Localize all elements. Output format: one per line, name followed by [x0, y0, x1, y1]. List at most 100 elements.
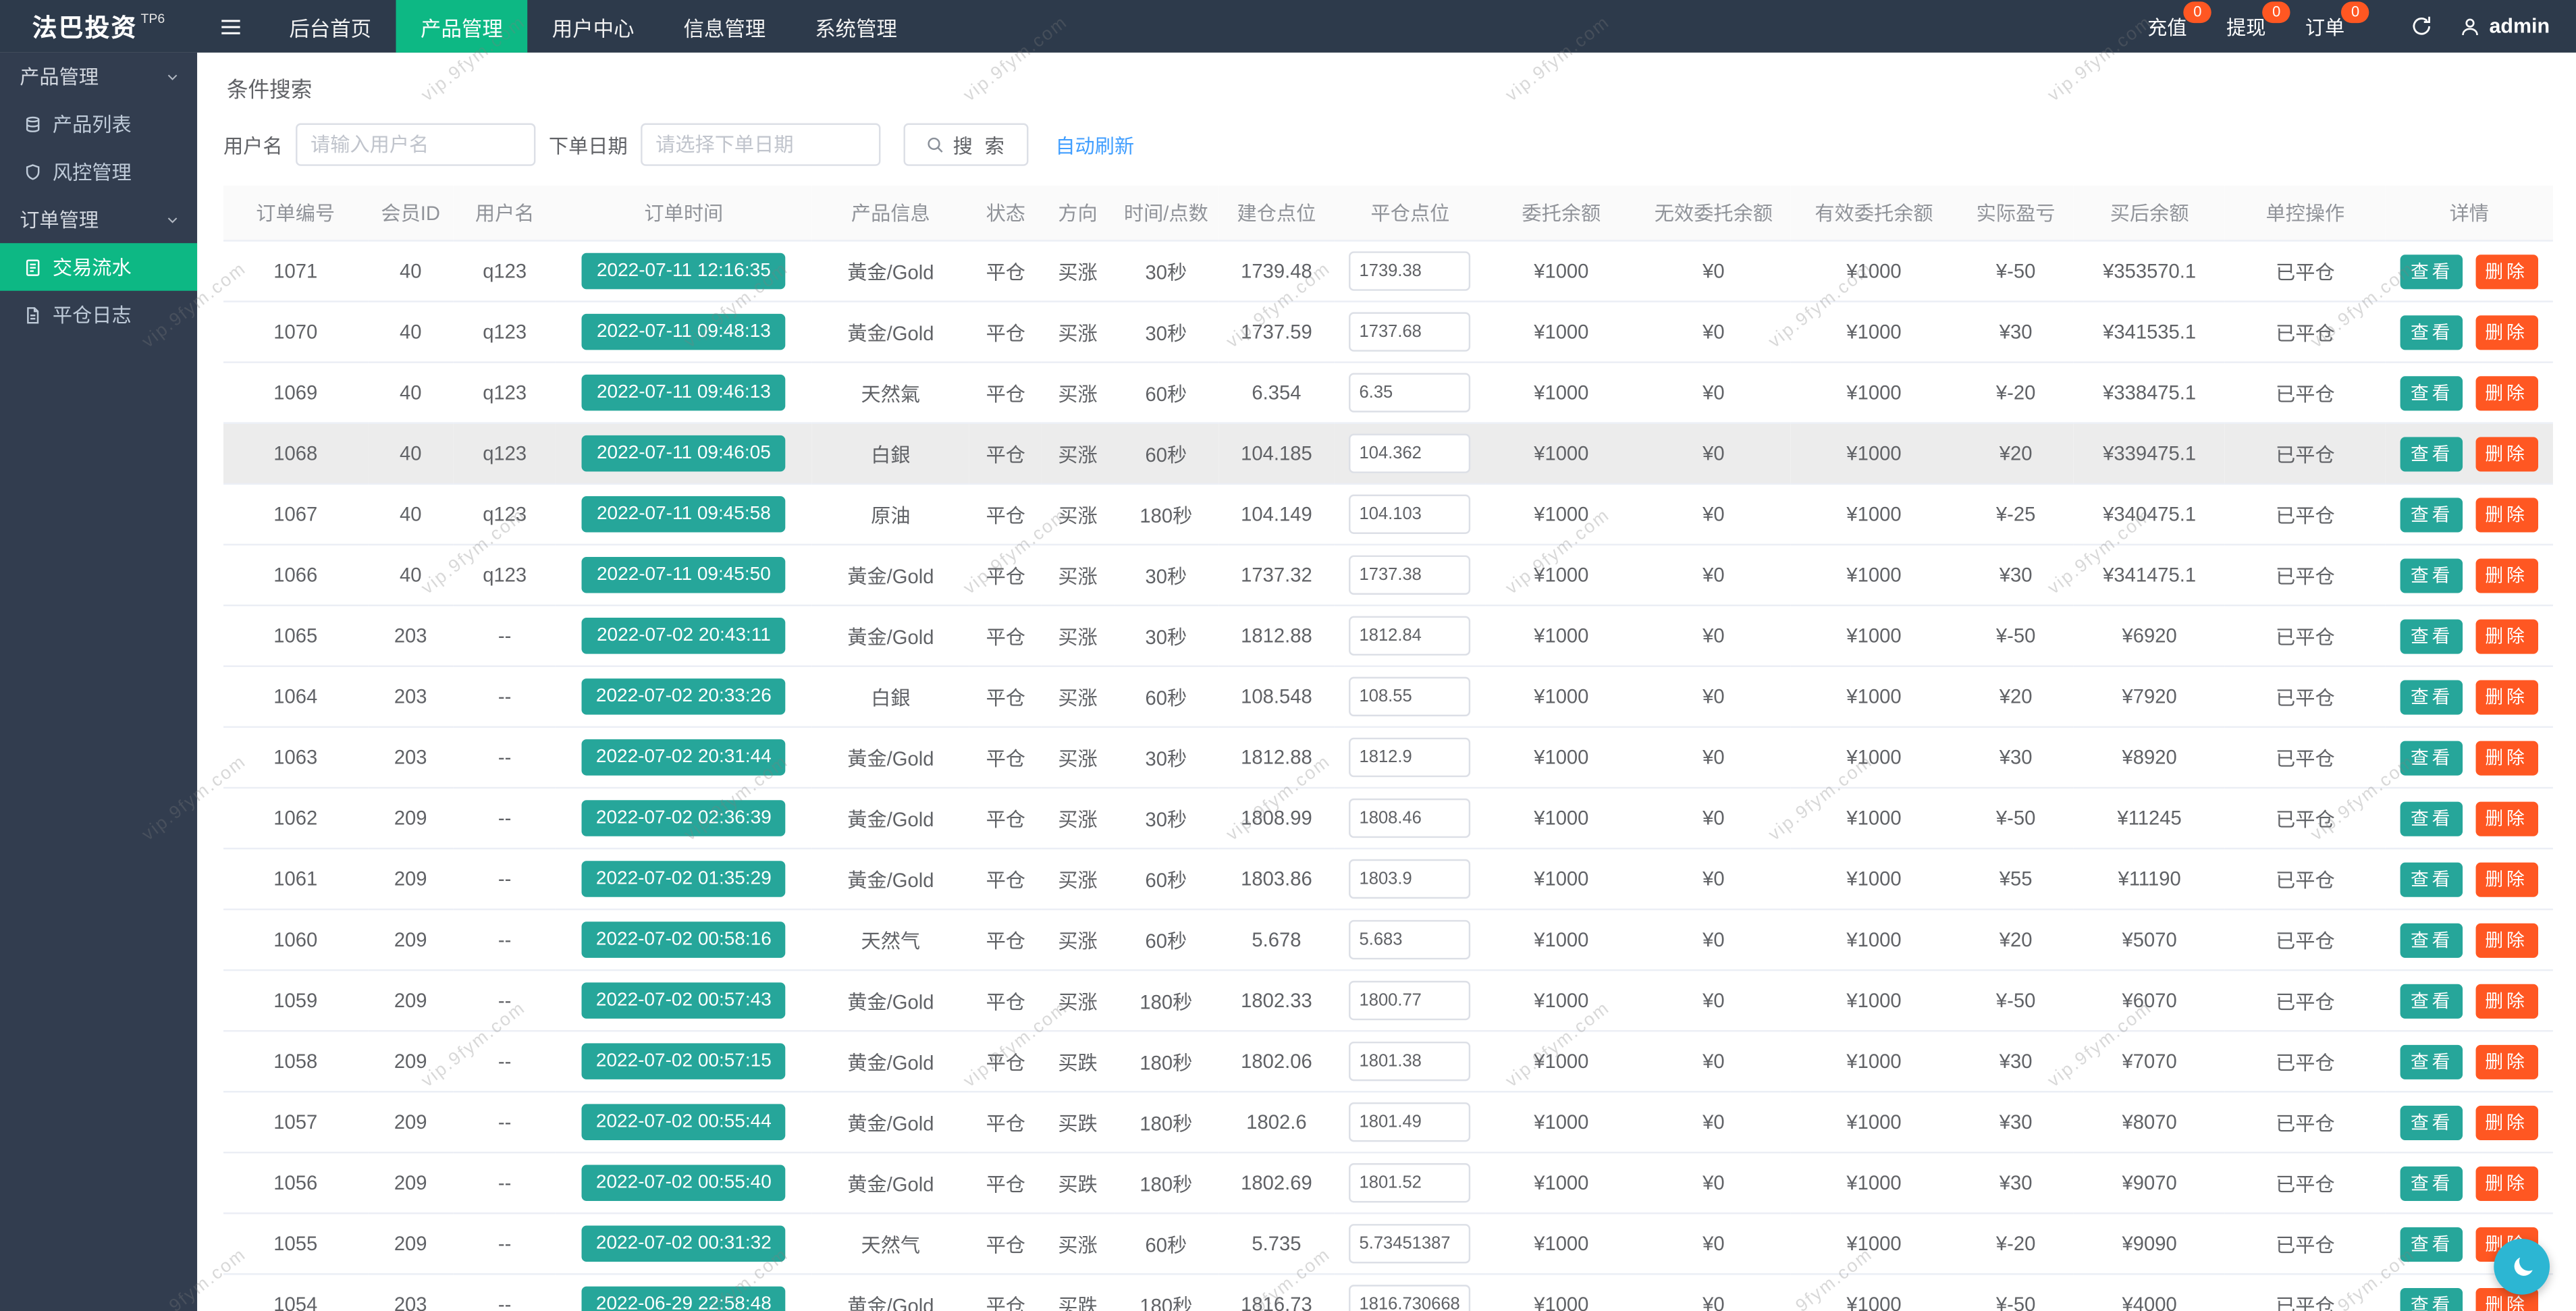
search-button[interactable]: 搜 索 [904, 124, 1029, 166]
nav-item-information[interactable]: 信息管理 [659, 0, 790, 53]
username-input[interactable] [296, 124, 535, 166]
view-button[interactable]: 查看 [2400, 1044, 2463, 1079]
cell-control-status[interactable]: 已平仓 [2225, 545, 2386, 606]
order-time-button[interactable]: 2022-07-11 09:46:13 [582, 375, 786, 411]
view-button[interactable]: 查看 [2400, 1287, 2463, 1311]
view-button[interactable]: 查看 [2400, 801, 2463, 835]
close-point-input[interactable] [1349, 433, 1471, 473]
cell-control-status[interactable]: 已平仓 [2225, 788, 2386, 849]
floating-theme-button[interactable] [2494, 1239, 2550, 1295]
sidebar-item-transaction-flow[interactable]: 交易流水 [0, 243, 197, 291]
close-point-input[interactable] [1349, 556, 1471, 595]
order-time-button[interactable]: 2022-07-11 09:46:05 [582, 435, 786, 472]
cell-control-status[interactable]: 已平仓 [2225, 666, 2386, 727]
cell-control-status[interactable]: 已平仓 [2225, 849, 2386, 909]
refresh-icon[interactable] [2411, 15, 2434, 38]
cell-control-status[interactable]: 已平仓 [2225, 1152, 2386, 1213]
delete-button[interactable]: 删除 [2475, 984, 2538, 1018]
delete-button[interactable]: 删除 [2475, 375, 2538, 410]
view-button[interactable]: 查看 [2400, 740, 2463, 774]
order-time-button[interactable]: 2022-07-11 09:45:50 [582, 557, 786, 593]
cell-control-status[interactable]: 已平仓 [2225, 727, 2386, 788]
cell-control-status[interactable]: 已平仓 [2225, 241, 2386, 302]
delete-button[interactable]: 删除 [2475, 1105, 2538, 1140]
nav-item-user-center[interactable]: 用户中心 [527, 0, 659, 53]
view-button[interactable]: 查看 [2400, 497, 2463, 531]
cell-control-status[interactable]: 已平仓 [2225, 1213, 2386, 1274]
cell-control-status[interactable]: 已平仓 [2225, 363, 2386, 423]
order-time-button[interactable]: 2022-06-29 22:58:48 [582, 1287, 786, 1311]
view-button[interactable]: 查看 [2400, 254, 2463, 288]
close-point-input[interactable] [1349, 1102, 1471, 1142]
delete-button[interactable]: 删除 [2475, 861, 2538, 896]
cell-control-status[interactable]: 已平仓 [2225, 484, 2386, 545]
view-button[interactable]: 查看 [2400, 923, 2463, 957]
order-time-button[interactable]: 2022-07-11 09:45:58 [582, 496, 786, 533]
order-time-button[interactable]: 2022-07-02 20:33:26 [582, 678, 786, 715]
order-time-button[interactable]: 2022-07-02 01:35:29 [582, 861, 786, 897]
view-button[interactable]: 查看 [2400, 1166, 2463, 1200]
view-button[interactable]: 查看 [2400, 315, 2463, 349]
delete-button[interactable]: 删除 [2475, 1044, 2538, 1079]
menu-toggle-button[interactable] [197, 0, 265, 53]
nav-item-products[interactable]: 产品管理 [396, 0, 528, 53]
sidebar-group-product-management[interactable]: 产品管理 [0, 53, 197, 101]
order-date-input[interactable] [641, 124, 880, 166]
delete-button[interactable]: 删除 [2475, 315, 2538, 349]
view-button[interactable]: 查看 [2400, 618, 2463, 653]
close-point-input[interactable] [1349, 1224, 1471, 1263]
close-point-input[interactable] [1349, 738, 1471, 777]
cell-control-status[interactable]: 已平仓 [2225, 1274, 2386, 1311]
view-button[interactable]: 查看 [2400, 436, 2463, 471]
cell-control-status[interactable]: 已平仓 [2225, 423, 2386, 484]
sidebar-item-risk-control[interactable]: 风控管理 [0, 148, 197, 196]
order-time-button[interactable]: 2022-07-02 20:31:44 [582, 739, 786, 776]
order-time-button[interactable]: 2022-07-02 02:36:39 [582, 800, 786, 836]
auto-refresh-link[interactable]: 自动刷新 [1055, 130, 1134, 158]
order-time-button[interactable]: 2022-07-02 00:55:40 [582, 1165, 786, 1201]
delete-button[interactable]: 删除 [2475, 497, 2538, 531]
order-time-button[interactable]: 2022-07-02 00:55:44 [582, 1104, 786, 1140]
close-point-input[interactable] [1349, 1042, 1471, 1081]
cell-control-status[interactable]: 已平仓 [2225, 1031, 2386, 1092]
close-point-input[interactable] [1349, 1163, 1471, 1202]
close-point-input[interactable] [1349, 981, 1471, 1020]
view-button[interactable]: 查看 [2400, 861, 2463, 896]
close-point-input[interactable] [1349, 1285, 1471, 1311]
close-point-input[interactable] [1349, 799, 1471, 838]
close-point-input[interactable] [1349, 373, 1471, 412]
delete-button[interactable]: 删除 [2475, 740, 2538, 774]
cell-control-status[interactable]: 已平仓 [2225, 1092, 2386, 1152]
cell-control-status[interactable]: 已平仓 [2225, 606, 2386, 666]
order-time-button[interactable]: 2022-07-02 20:43:11 [582, 618, 786, 654]
close-point-input[interactable] [1349, 859, 1471, 899]
delete-button[interactable]: 删除 [2475, 679, 2538, 714]
close-point-input[interactable] [1349, 616, 1471, 656]
nav-item-dashboard[interactable]: 后台首页 [265, 0, 396, 53]
delete-button[interactable]: 删除 [2475, 1166, 2538, 1200]
order-time-button[interactable]: 2022-07-02 00:57:15 [582, 1043, 786, 1079]
close-point-input[interactable] [1349, 920, 1471, 959]
delete-button[interactable]: 删除 [2475, 618, 2538, 653]
view-button[interactable]: 查看 [2400, 1105, 2463, 1140]
sidebar-group-order-management[interactable]: 订单管理 [0, 196, 197, 244]
order-time-button[interactable]: 2022-07-02 00:31:32 [582, 1226, 786, 1262]
topbar-stat-orders[interactable]: 订单0 [2305, 12, 2344, 40]
cell-control-status[interactable]: 已平仓 [2225, 302, 2386, 363]
topbar-stat-recharge[interactable]: 充值0 [2147, 12, 2186, 40]
delete-button[interactable]: 删除 [2475, 436, 2538, 471]
nav-item-system[interactable]: 系统管理 [790, 0, 922, 53]
close-point-input[interactable] [1349, 312, 1471, 351]
delete-button[interactable]: 删除 [2475, 558, 2538, 592]
delete-button[interactable]: 删除 [2475, 254, 2538, 288]
view-button[interactable]: 查看 [2400, 679, 2463, 714]
topbar-stat-withdraw[interactable]: 提现0 [2226, 12, 2265, 40]
order-time-button[interactable]: 2022-07-02 00:57:43 [582, 982, 786, 1019]
delete-button[interactable]: 删除 [2475, 801, 2538, 835]
order-time-button[interactable]: 2022-07-11 12:16:35 [582, 253, 786, 290]
sidebar-item-product-list[interactable]: 产品列表 [0, 100, 197, 148]
close-point-input[interactable] [1349, 495, 1471, 534]
view-button[interactable]: 查看 [2400, 375, 2463, 410]
order-time-button[interactable]: 2022-07-11 09:48:13 [582, 314, 786, 350]
cell-control-status[interactable]: 已平仓 [2225, 909, 2386, 970]
